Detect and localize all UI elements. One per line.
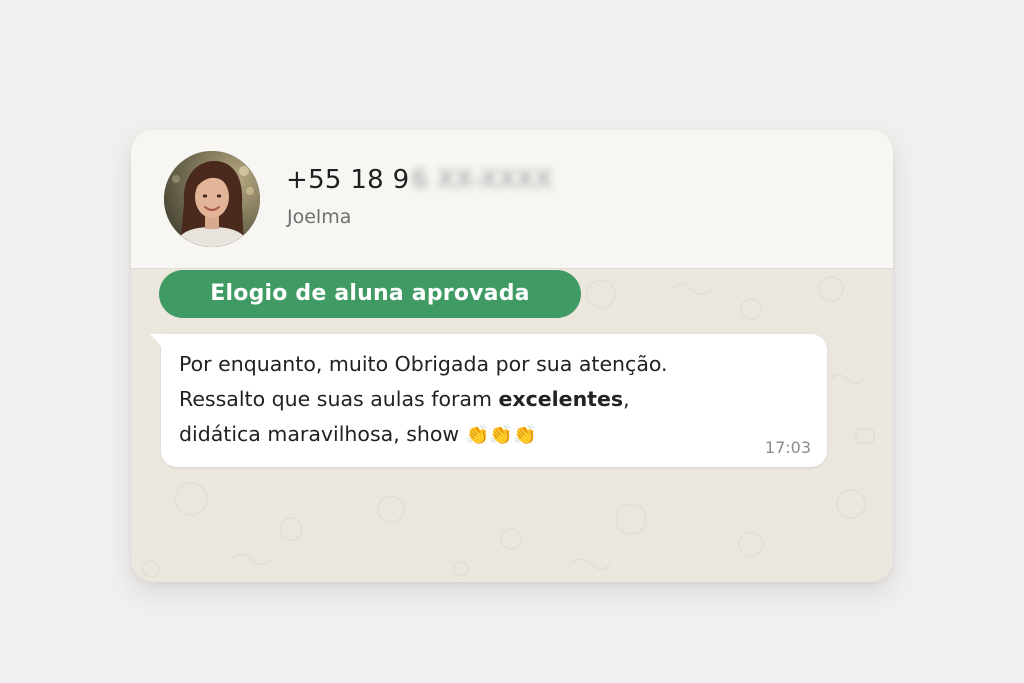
message-line-3: didática maravilhosa, show 👏👏👏 xyxy=(179,417,809,452)
clapping-hands-icon: 👏👏👏 xyxy=(465,424,537,446)
phone-number-redacted: 6 XX-XXXX xyxy=(411,165,553,195)
chat-header: +55 18 9 6 XX-XXXX Joelma xyxy=(131,130,893,269)
contact-name: Joelma xyxy=(287,206,352,228)
message-text: Por enquanto, muito Obrigada por sua ate… xyxy=(179,347,809,452)
tag-label: Elogio de aluna aprovada xyxy=(159,270,581,318)
bubble-tail-icon xyxy=(149,334,163,350)
contact-phone: +55 18 9 6 XX-XXXX xyxy=(286,162,553,198)
chat-card: +55 18 9 6 XX-XXXX Joelma Elogio de alun… xyxy=(131,130,893,582)
message-line-2-bold: excelentes xyxy=(498,387,624,411)
message-line-3-text: didática maravilhosa, show xyxy=(179,422,460,446)
message-line-2: Ressalto que suas aulas foram excelentes… xyxy=(179,382,809,417)
message-line-2-start: Ressalto que suas aulas foram xyxy=(179,387,499,411)
contact-avatar[interactable] xyxy=(164,151,260,247)
message-line-2-end: , xyxy=(623,387,630,411)
phone-number-visible: +55 18 9 xyxy=(286,165,410,195)
message-timestamp: 17:03 xyxy=(764,438,811,457)
message-line-1: Por enquanto, muito Obrigada por sua ate… xyxy=(179,352,668,376)
message-bubble[interactable]: Por enquanto, muito Obrigada por sua ate… xyxy=(149,334,827,467)
avatar-image xyxy=(164,151,260,247)
